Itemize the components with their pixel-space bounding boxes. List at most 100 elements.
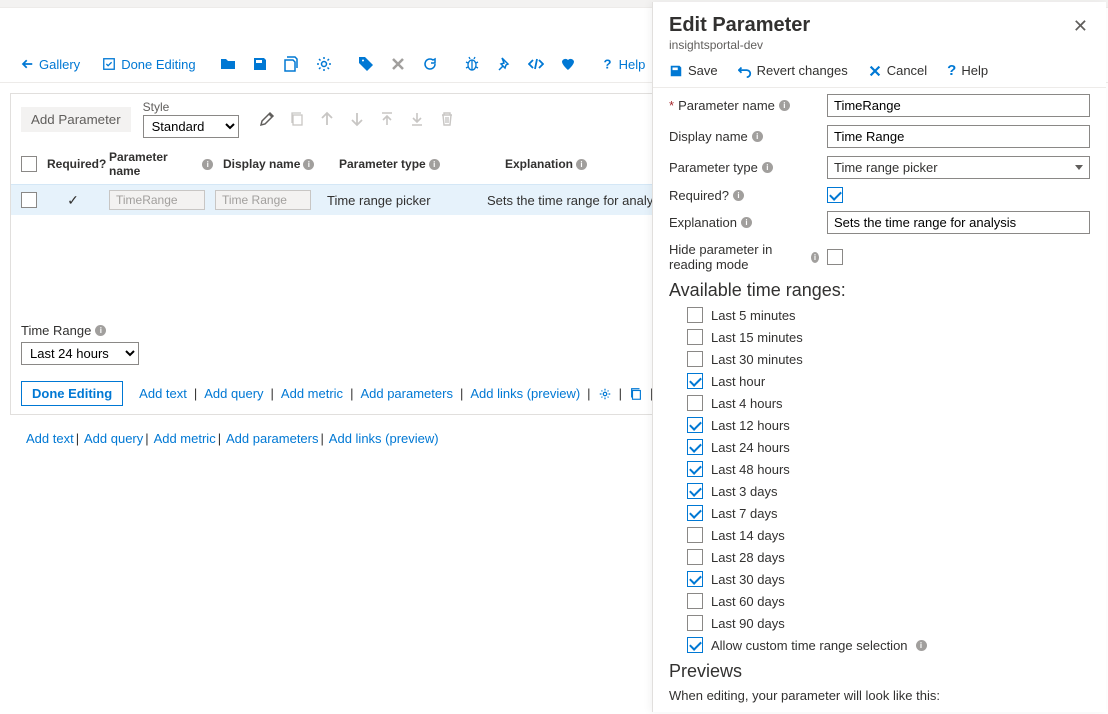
range-checkbox[interactable] [687, 329, 703, 345]
range-checkbox[interactable] [687, 637, 703, 653]
panel-title: Edit Parameter [669, 14, 810, 37]
add-links-link[interactable]: Add links (preview) [470, 386, 580, 401]
help-icon: ? [600, 57, 614, 71]
param-icon-toolbar [251, 111, 455, 127]
refresh-icon[interactable] [416, 50, 444, 78]
range-label: Last 14 days [711, 528, 785, 543]
range-checkbox[interactable] [687, 527, 703, 543]
range-checkbox[interactable] [687, 307, 703, 323]
range-row: Last 14 days [687, 527, 1090, 543]
required-checkbox[interactable] [827, 187, 843, 203]
required-label: Required?i [669, 188, 819, 203]
range-label: Allow custom time range selection [711, 638, 908, 653]
range-checkbox[interactable] [687, 483, 703, 499]
copy-save-icon[interactable] [278, 50, 306, 78]
previews-title: Previews [669, 661, 1090, 682]
display-name-input[interactable] [827, 125, 1090, 148]
range-checkbox[interactable] [687, 549, 703, 565]
range-label: Last 7 days [711, 506, 778, 521]
explanation-input[interactable] [827, 211, 1090, 234]
edit-parameter-panel: Edit Parameter insightsportal-dev ✕ Save… [652, 2, 1106, 712]
panel-subtitle: insightsportal-dev [669, 38, 810, 52]
select-all-checkbox[interactable] [21, 156, 37, 172]
gear-icon[interactable] [598, 387, 612, 401]
tag-icon[interactable] [352, 50, 380, 78]
edit-icon[interactable] [259, 111, 275, 127]
done-editing-link[interactable]: Done Editing [98, 54, 199, 75]
display-name-label: Display namei [669, 129, 819, 144]
style-label: Style [143, 100, 239, 114]
info-icon: i [779, 100, 790, 111]
panel-help-button[interactable]: ?Help [947, 62, 988, 79]
info-icon: i [811, 252, 819, 263]
bug-icon[interactable] [458, 50, 486, 78]
save-icon [669, 64, 683, 78]
close-panel-icon[interactable]: ✕ [1071, 14, 1090, 39]
gallery-label: Gallery [39, 57, 80, 72]
hide-param-checkbox[interactable] [827, 249, 843, 265]
add-metric-link[interactable]: Add metric [154, 431, 216, 446]
edit-done-icon [102, 57, 116, 71]
required-checkmark-icon: ✓ [63, 192, 83, 208]
range-checkbox[interactable] [687, 571, 703, 587]
gallery-link[interactable]: Gallery [16, 54, 84, 75]
range-row: Last 3 days [687, 483, 1090, 499]
range-checkbox[interactable] [687, 395, 703, 411]
add-parameters-link[interactable]: Add parameters [226, 431, 319, 446]
range-checkbox[interactable] [687, 461, 703, 477]
hide-param-label: Hide parameter in reading mode i [669, 242, 819, 272]
copy-icon[interactable] [629, 387, 643, 401]
settings-icon[interactable] [310, 50, 338, 78]
range-row: Last 12 hours [687, 417, 1090, 433]
revert-button[interactable]: Revert changes [738, 62, 848, 79]
add-query-link[interactable]: Add query [84, 431, 143, 446]
info-icon: i [762, 162, 773, 173]
range-checkbox[interactable] [687, 615, 703, 631]
range-label: Last hour [711, 374, 765, 389]
info-icon: i [429, 159, 440, 170]
previews-description: When editing, your parameter will look l… [669, 688, 1090, 703]
open-icon[interactable] [214, 50, 242, 78]
cancel-icon [868, 64, 882, 78]
pin-icon[interactable] [490, 50, 518, 78]
info-icon: i [576, 159, 587, 170]
range-row: Last 24 hours [687, 439, 1090, 455]
range-checkbox[interactable] [687, 439, 703, 455]
range-row: Last 15 minutes [687, 329, 1090, 345]
add-text-link[interactable]: Add text [139, 386, 187, 401]
range-label: Last 5 minutes [711, 308, 796, 323]
range-checkbox[interactable] [687, 505, 703, 521]
range-row: Last 30 days [687, 571, 1090, 587]
param-name-label: *Parameter namei [669, 98, 819, 113]
code-icon[interactable] [522, 50, 550, 78]
available-ranges-title: Available time ranges: [669, 280, 1090, 301]
heart-icon[interactable] [554, 50, 582, 78]
ranges-list: Last 5 minutesLast 15 minutesLast 30 min… [687, 307, 1090, 653]
row-checkbox[interactable] [21, 192, 37, 208]
param-name-input[interactable] [827, 94, 1090, 117]
add-parameters-link[interactable]: Add parameters [360, 386, 453, 401]
range-row: Last 90 days [687, 615, 1090, 631]
add-query-link[interactable]: Add query [204, 386, 263, 401]
add-parameter-button[interactable]: Add Parameter [21, 107, 131, 132]
add-links-link[interactable]: Add links (preview) [329, 431, 439, 446]
range-checkbox[interactable] [687, 351, 703, 367]
info-icon: i [741, 217, 752, 228]
save-button[interactable]: Save [669, 62, 718, 79]
info-icon: i [202, 159, 213, 170]
time-range-select[interactable]: Last 24 hours [21, 342, 139, 365]
cancel-button[interactable]: Cancel [868, 62, 927, 79]
style-select[interactable]: Standard [143, 115, 239, 138]
done-editing-button[interactable]: Done Editing [21, 381, 123, 406]
range-checkbox[interactable] [687, 373, 703, 389]
add-metric-link[interactable]: Add metric [281, 386, 343, 401]
range-row: Last 60 days [687, 593, 1090, 609]
add-text-link[interactable]: Add text [26, 431, 74, 446]
help-link[interactable]: ? Help [596, 54, 650, 75]
range-checkbox[interactable] [687, 593, 703, 609]
range-row: Last 4 hours [687, 395, 1090, 411]
range-label: Last 3 days [711, 484, 778, 499]
save-icon[interactable] [246, 50, 274, 78]
range-checkbox[interactable] [687, 417, 703, 433]
param-type-select[interactable]: Time range picker [827, 156, 1090, 179]
